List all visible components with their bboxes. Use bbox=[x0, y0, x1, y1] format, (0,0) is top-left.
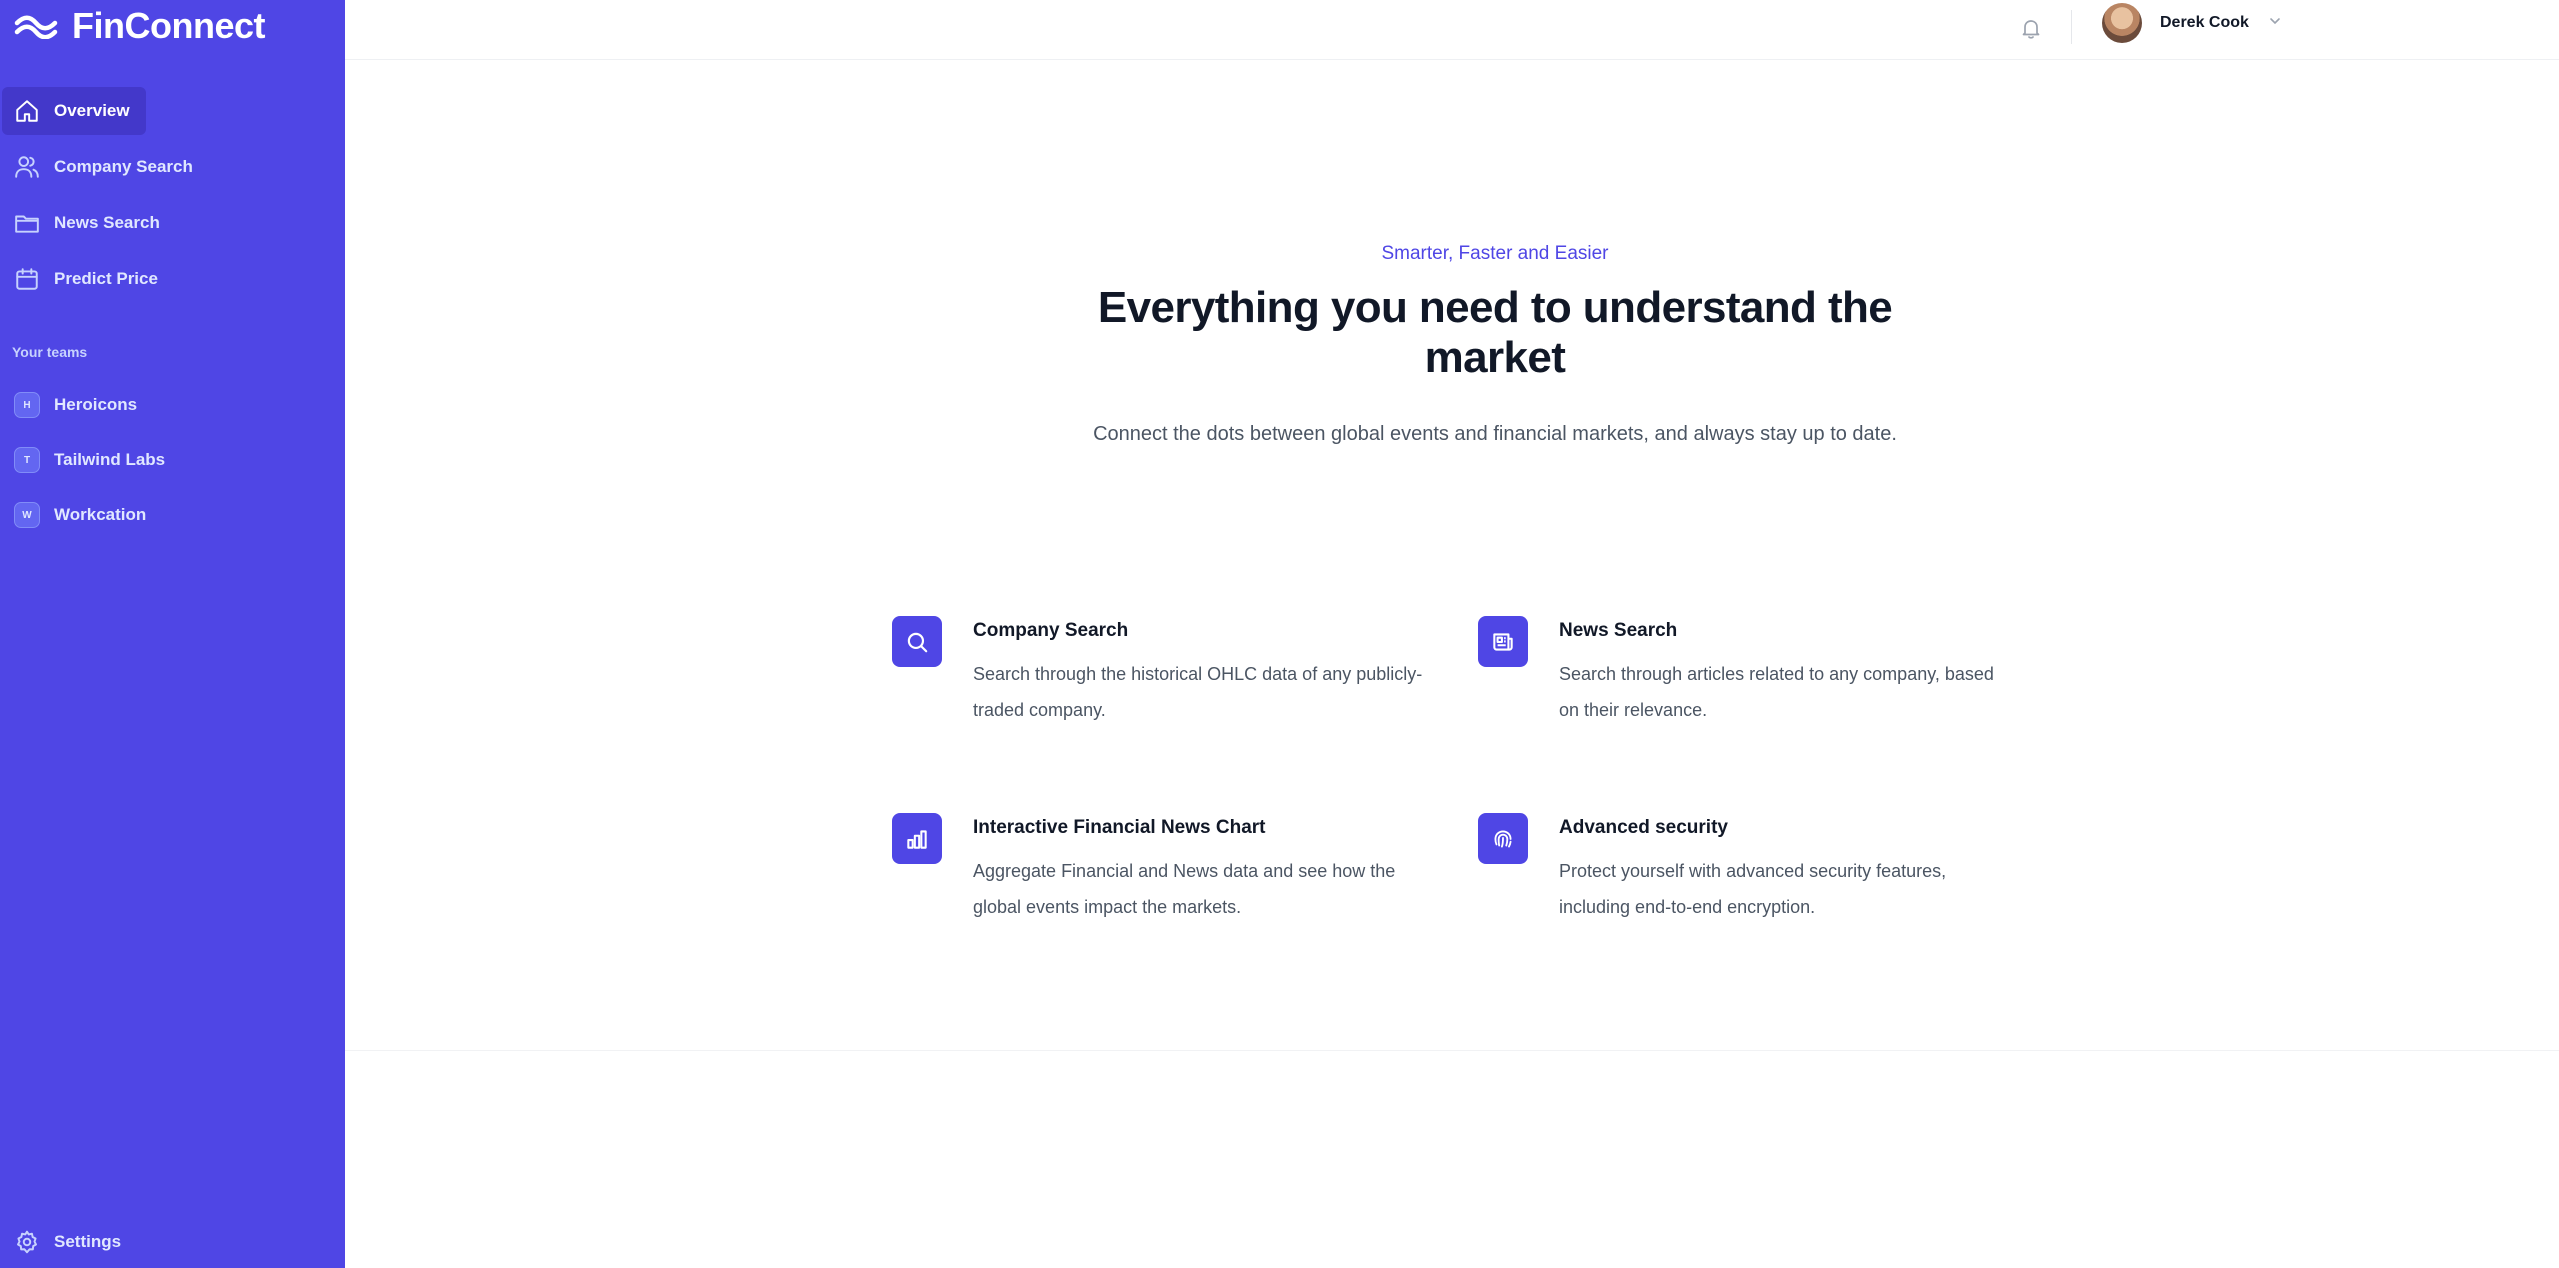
hero-title: Everything you need to understand the ma… bbox=[1097, 283, 1893, 382]
feature-title: News Search bbox=[1559, 620, 1678, 641]
top-bar: Derek Cook bbox=[345, 0, 2559, 60]
home-icon bbox=[16, 100, 38, 122]
user-menu[interactable]: Derek Cook bbox=[2102, 0, 2283, 46]
feature-description: Protect yourself with advanced security … bbox=[1559, 861, 1947, 917]
team-label: Workcation bbox=[54, 505, 147, 524]
team-badge: T bbox=[14, 447, 40, 473]
feature-title: Company Search bbox=[973, 620, 1129, 641]
nav-label: News Search bbox=[54, 213, 160, 232]
avatar bbox=[2102, 3, 2142, 43]
chart-icon bbox=[892, 813, 942, 864]
users-icon bbox=[15, 156, 39, 178]
search-icon bbox=[892, 616, 942, 667]
header-divider bbox=[2071, 10, 2072, 44]
notifications-button[interactable] bbox=[2011, 8, 2051, 48]
app-logo[interactable]: FinConnect bbox=[14, 4, 265, 48]
hero-subtitle: Connect the dots between global events a… bbox=[1093, 423, 1897, 445]
settings-label: Settings bbox=[54, 1232, 122, 1251]
user-name: Derek Cook bbox=[2160, 14, 2249, 31]
gear-icon bbox=[17, 1230, 37, 1254]
nav-label: Company Search bbox=[54, 157, 193, 176]
nav-item-predict-price[interactable]: Predict Price bbox=[2, 255, 332, 303]
bell-icon bbox=[2022, 20, 2040, 39]
team-badge: W bbox=[14, 502, 40, 528]
app-name: FinConnect bbox=[72, 5, 265, 46]
feature-description: Aggregate Financial and News data and se… bbox=[973, 861, 1396, 917]
team-item-workcation[interactable]: W Workcation bbox=[2, 491, 332, 539]
main-content: Smarter, Faster and Easier Everything yo… bbox=[345, 61, 2559, 1051]
hero-eyebrow: Smarter, Faster and Easier bbox=[1381, 243, 1609, 264]
chevron-down-icon bbox=[2267, 13, 2283, 34]
newspaper-icon bbox=[1478, 616, 1528, 667]
sidebar: FinConnect Overview Company Search News … bbox=[0, 0, 345, 1268]
feature-description: Search through the historical OHLC data … bbox=[973, 664, 1423, 720]
team-label: Heroicons bbox=[54, 395, 138, 414]
main-nav: Overview Company Search News Search Pred… bbox=[0, 87, 345, 311]
fingerprint-icon bbox=[1478, 813, 1528, 864]
teams-list: H Heroicons T Tailwind Labs W Workcation bbox=[0, 381, 345, 546]
nav-item-overview[interactable]: Overview bbox=[2, 87, 146, 135]
folder-icon bbox=[15, 215, 39, 233]
nav-item-company-search[interactable]: Company Search bbox=[2, 143, 332, 191]
team-item-heroicons[interactable]: H Heroicons bbox=[2, 381, 332, 429]
team-label: Tailwind Labs bbox=[54, 450, 166, 469]
nav-item-news-search[interactable]: News Search bbox=[2, 199, 332, 247]
nav-label: Predict Price bbox=[54, 269, 158, 288]
logo-wave-icon bbox=[14, 15, 58, 39]
team-badge: H bbox=[14, 392, 40, 418]
feature-description: Search through articles related to any c… bbox=[1559, 664, 1994, 720]
team-item-tailwind-labs[interactable]: T Tailwind Labs bbox=[2, 436, 332, 484]
calendar-icon bbox=[16, 268, 38, 290]
feature-title: Advanced security bbox=[1559, 817, 1728, 838]
nav-label: Overview bbox=[54, 101, 130, 120]
teams-heading: Your teams bbox=[12, 344, 88, 360]
settings-link[interactable]: Settings bbox=[2, 1218, 332, 1266]
feature-title: Interactive Financial News Chart bbox=[973, 817, 1266, 838]
